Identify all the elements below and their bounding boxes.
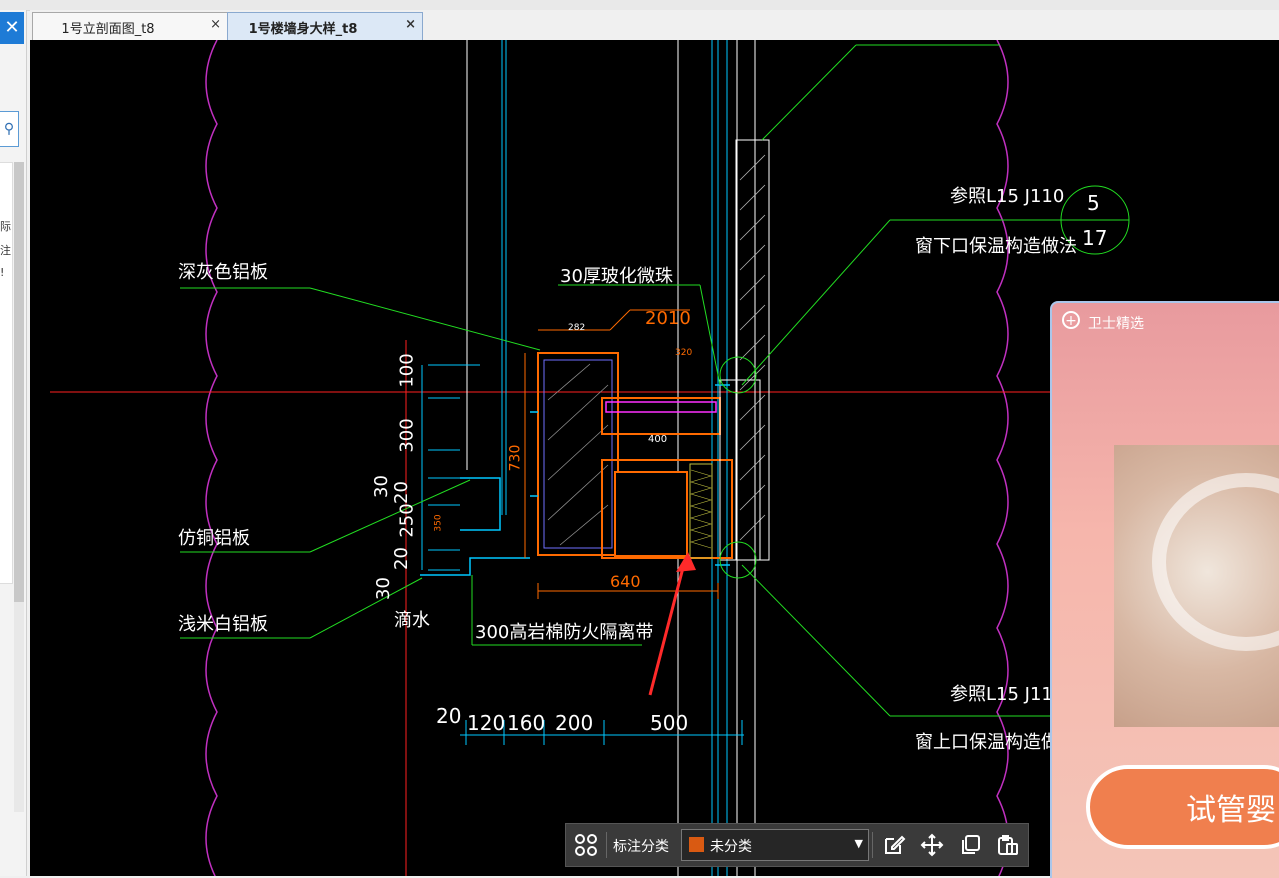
dim-text: 120 — [467, 711, 506, 735]
tab-elevation-section[interactable]: 1号立剖面图_t8 × — [32, 12, 228, 40]
category-selected-value: 未分类 — [710, 839, 752, 855]
move-icon[interactable] — [920, 833, 944, 857]
dim-text: 30 — [372, 577, 394, 600]
add-icon[interactable]: + — [1062, 311, 1080, 329]
search-icon[interactable]: ⚲ — [0, 111, 19, 147]
dim-text: 2010 — [645, 308, 691, 329]
revision-cloud-left — [205, 40, 218, 876]
chevron-down-icon[interactable]: ▼ — [855, 837, 863, 850]
tab-label: 1号立剖面图_t8 — [61, 22, 155, 37]
vertical-dimension-chain — [421, 364, 480, 571]
edit-icon[interactable] — [882, 833, 906, 857]
sidebar-text: ! — [0, 266, 5, 279]
leader-lines — [180, 44, 1130, 717]
toolbar-divider — [872, 832, 873, 858]
document-tab-bar: 1号立剖面图_t8 × 1号楼墙身大样_t8 × — [30, 10, 1279, 41]
dim-text: 730 — [507, 444, 524, 472]
sidebar-text: 注 — [0, 244, 11, 257]
grid-icon[interactable] — [574, 833, 598, 857]
sidebar-scroll-thumb[interactable] — [14, 162, 24, 602]
dim-text: 30 — [370, 475, 392, 498]
dim-text: 100 — [396, 353, 418, 388]
dim-text: 320 — [675, 348, 693, 358]
ad-cta-button[interactable]: 试管婴 — [1086, 765, 1279, 849]
callout-sheet-number: 17 — [1082, 226, 1108, 250]
category-color-swatch — [689, 837, 704, 852]
dim-text: 400 — [648, 434, 668, 445]
sidebar-text: 际 — [0, 220, 11, 233]
dim-text: 160 — [507, 711, 546, 735]
tab-label: 1号楼墙身大样_t8 — [248, 22, 358, 37]
label-glass-bead: 30厚玻化微珠 — [560, 266, 673, 287]
tab-wall-detail[interactable]: 1号楼墙身大样_t8 × — [227, 12, 423, 40]
label-ref-bottom-desc: 窗上口保温构造做 — [915, 732, 1059, 753]
callout-detail-number: 5 — [1087, 191, 1100, 215]
label-ref-top: 参照L15 J110 — [950, 186, 1065, 207]
annotation-arrow — [648, 559, 687, 696]
label-copper-panel: 仿铜铝板 — [178, 528, 250, 549]
label-dark-gray-panel: 深灰色铝板 — [178, 262, 268, 283]
dim-text: 20 — [436, 704, 462, 728]
tab-close-icon[interactable]: × — [210, 17, 221, 32]
label-ref-top-desc: 窗下口保温构造做法 — [915, 236, 1077, 257]
label-ref-bottom: 参照L15 J11 — [950, 684, 1053, 705]
dim-text: 350 — [433, 514, 444, 532]
toolbar-divider — [606, 832, 607, 858]
dim-text: 250 — [396, 503, 418, 538]
dim-text: 20 — [390, 547, 412, 570]
dim-text: 282 — [568, 323, 586, 333]
dim-text: 500 — [650, 711, 689, 735]
dim-text: 20 — [390, 481, 412, 504]
dim-text: 300 — [396, 418, 418, 453]
annotation-category-label: 标注分类 — [613, 839, 669, 855]
annotation-toolbar: 标注分类 未分类 ▼ — [565, 823, 1029, 867]
tab-close-icon[interactable]: × — [405, 17, 416, 32]
copy-icon[interactable] — [958, 833, 982, 857]
advertisement-popup[interactable]: + 卫士精选 试管婴 — [1050, 301, 1279, 878]
label-drip: 滴水 — [394, 610, 430, 631]
label-rockwool-belt: 300高岩棉防火隔离带 — [475, 622, 654, 643]
annotation-category-select[interactable]: 未分类 ▼ — [681, 829, 869, 861]
ad-title: 卫士精选 — [1088, 316, 1144, 332]
dim-text: 640 — [610, 572, 641, 591]
label-beige-panel: 浅米白铝板 — [178, 614, 268, 635]
close-icon[interactable]: ✕ — [0, 12, 24, 44]
wall-hatch — [739, 154, 766, 541]
mullion-cyan — [501, 40, 728, 876]
dim-text: 200 — [555, 711, 594, 735]
paste-icon[interactable] — [996, 833, 1020, 857]
